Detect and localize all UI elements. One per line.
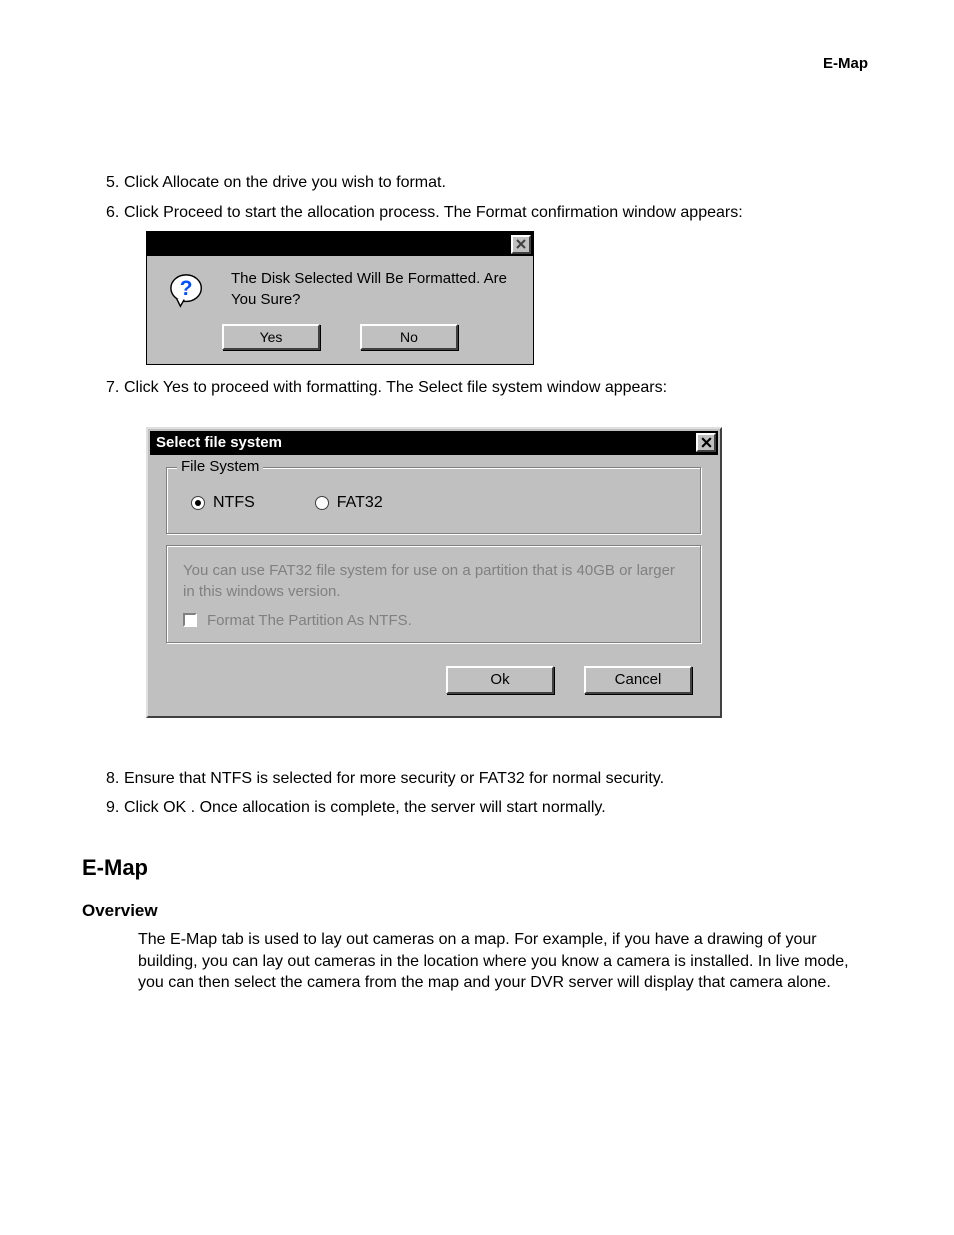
no-button[interactable]: No: [360, 324, 458, 350]
svg-text:?: ?: [180, 277, 193, 300]
ok-button[interactable]: Ok: [446, 666, 554, 694]
groupbox-fat32-hint: You can use FAT32 file system for use on…: [166, 545, 702, 644]
step-number: 9.: [82, 797, 124, 819]
step-number: 5.: [82, 172, 124, 194]
dialog-titlebar: [147, 232, 533, 256]
section-heading-emap: E-Map: [82, 855, 872, 881]
step-text: Click Allocate on the drive you wish to …: [124, 172, 872, 194]
checkbox-label: Format The Partition As NTFS.: [207, 612, 412, 629]
question-icon: ?: [169, 272, 207, 310]
step-7: 7. Click Yes to proceed with formatting.…: [82, 377, 872, 399]
overview-paragraph: The E-Map tab is used to lay out cameras…: [82, 929, 872, 994]
yes-button[interactable]: Yes: [222, 324, 320, 350]
steps-list-a: 5. Click Allocate on the drive you wish …: [82, 172, 872, 223]
radio-icon: [315, 496, 329, 510]
close-icon[interactable]: [511, 235, 531, 254]
groupbox-legend: File System: [177, 458, 263, 475]
dialog-select-filesystem: Select file system File System NTFS FAT3…: [146, 427, 722, 718]
step-8: 8. Ensure that NTFS is selected for more…: [82, 768, 872, 790]
figure-format-confirm: ? The Disk Selected Will Be Formatted. A…: [146, 231, 872, 365]
hint-text: You can use FAT32 file system for use on…: [183, 560, 685, 602]
dialog-message: The Disk Selected Will Be Formatted. Are…: [231, 268, 519, 310]
radio-label: NTFS: [213, 494, 255, 512]
cancel-button[interactable]: Cancel: [584, 666, 692, 694]
radio-icon: [191, 496, 205, 510]
dialog-button-row: Yes No: [147, 316, 533, 364]
step-number: 7.: [82, 377, 124, 399]
dialog-titlebar: Select file system: [150, 431, 718, 455]
radio-ntfs[interactable]: NTFS: [191, 494, 255, 512]
dialog-body: File System NTFS FAT32 You can use FAT32…: [150, 455, 718, 714]
step-5: 5. Click Allocate on the drive you wish …: [82, 172, 872, 194]
dialog-body: ? The Disk Selected Will Be Formatted. A…: [147, 256, 533, 316]
checkbox-format-ntfs[interactable]: Format The Partition As NTFS.: [183, 612, 685, 629]
step-text: Click OK . Once allocation is complete, …: [124, 797, 872, 819]
dialog-title-text: Select file system: [156, 434, 282, 451]
subsection-heading-overview: Overview: [82, 901, 872, 921]
figure-select-fs: Select file system File System NTFS FAT3…: [146, 427, 872, 718]
steps-list-b: 7. Click Yes to proceed with formatting.…: [82, 377, 872, 399]
step-text: Ensure that NTFS is selected for more se…: [124, 768, 872, 790]
step-number: 8.: [82, 768, 124, 790]
step-text: Click Proceed to start the allocation pr…: [124, 202, 872, 224]
step-6: 6. Click Proceed to start the allocation…: [82, 202, 872, 224]
close-icon[interactable]: [696, 433, 716, 452]
steps-list-c: 8. Ensure that NTFS is selected for more…: [82, 768, 872, 819]
radio-label: FAT32: [337, 494, 383, 512]
checkbox-icon: [183, 613, 197, 627]
radio-fat32[interactable]: FAT32: [315, 494, 383, 512]
dialog-format-confirm: ? The Disk Selected Will Be Formatted. A…: [146, 231, 534, 365]
dialog-button-row: Ok Cancel: [166, 654, 702, 702]
radio-group: NTFS FAT32: [191, 494, 683, 512]
step-text: Click Yes to proceed with formatting. Th…: [124, 377, 872, 399]
step-9: 9. Click OK . Once allocation is complet…: [82, 797, 872, 819]
page-header-right: E-Map: [82, 55, 872, 72]
step-number: 6.: [82, 202, 124, 224]
groupbox-file-system: File System NTFS FAT32: [166, 467, 702, 535]
